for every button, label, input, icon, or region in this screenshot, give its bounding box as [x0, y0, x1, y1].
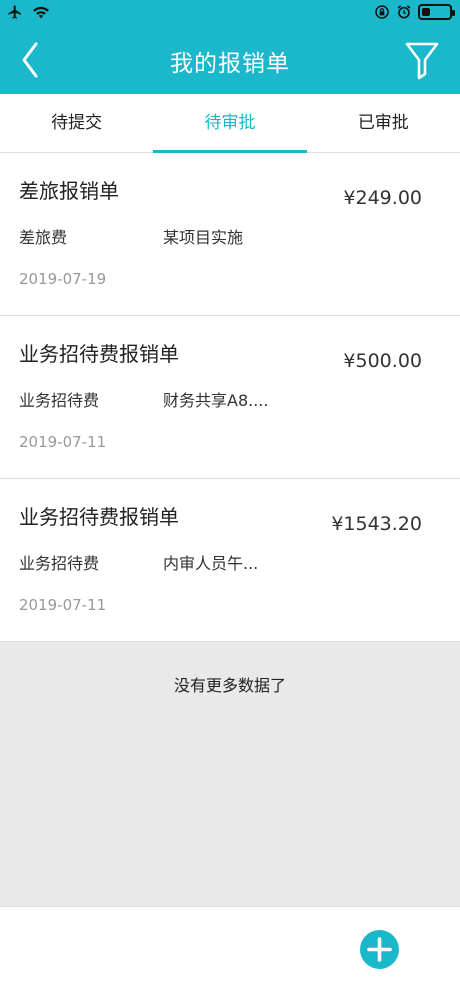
claim-project: 财务共享A8....	[163, 391, 269, 410]
claim-date: 2019-07-11	[19, 433, 107, 451]
claim-type: 差旅费	[19, 228, 68, 247]
tab-bar: 待提交 待审批 已审批	[0, 94, 460, 153]
page-title: 我的报销单	[170, 51, 290, 77]
claim-list: 差旅报销单 ¥249.00 差旅费 某项目实施 2019-07-19 业务招待费…	[0, 153, 460, 642]
claim-project: 内审人员午...	[163, 554, 259, 573]
header-bar: 我的报销单	[0, 0, 460, 94]
claim-amount: ¥249.00	[343, 187, 422, 209]
claim-title: 差旅报销单	[19, 179, 119, 203]
claim-type: 业务招待费	[19, 554, 100, 573]
claim-title: 业务招待费报销单	[19, 342, 179, 366]
claim-title: 业务招待费报销单	[19, 505, 179, 529]
claim-amount: ¥500.00	[343, 350, 422, 372]
airplane-icon	[8, 5, 21, 19]
claim-date: 2019-07-19	[19, 270, 107, 288]
claim-type: 业务招待费	[19, 391, 100, 410]
lock-rotation-icon	[375, 5, 389, 19]
filter-icon	[405, 42, 439, 80]
tab-approved[interactable]: 已审批	[307, 94, 460, 152]
filter-button[interactable]	[404, 40, 440, 80]
claim-card[interactable]: 差旅报销单 ¥249.00 差旅费 某项目实施 2019-07-19	[0, 153, 460, 316]
claim-card[interactable]: 业务招待费报销单 ¥500.00 业务招待费 财务共享A8.... 2019-0…	[0, 316, 460, 479]
add-claim-button[interactable]	[360, 930, 399, 969]
tab-pending-submit[interactable]: 待提交	[0, 94, 153, 152]
alarm-icon	[397, 5, 411, 19]
no-more-data-text: 没有更多数据了	[173, 676, 286, 695]
battery-icon	[418, 4, 455, 20]
battery-level-fill	[422, 8, 430, 16]
claim-card[interactable]: 业务招待费报销单 ¥1543.20 业务招待费 内审人员午... 2019-07…	[0, 479, 460, 642]
plus-icon	[367, 937, 392, 962]
bottom-bar	[0, 906, 460, 997]
tab-pending-approval[interactable]: 待审批	[153, 94, 307, 153]
status-bar	[0, 0, 460, 28]
wifi-icon	[33, 6, 49, 19]
claim-project: 某项目实施	[163, 228, 244, 247]
claim-amount: ¥1543.20	[331, 513, 422, 535]
claim-date: 2019-07-11	[19, 596, 107, 614]
